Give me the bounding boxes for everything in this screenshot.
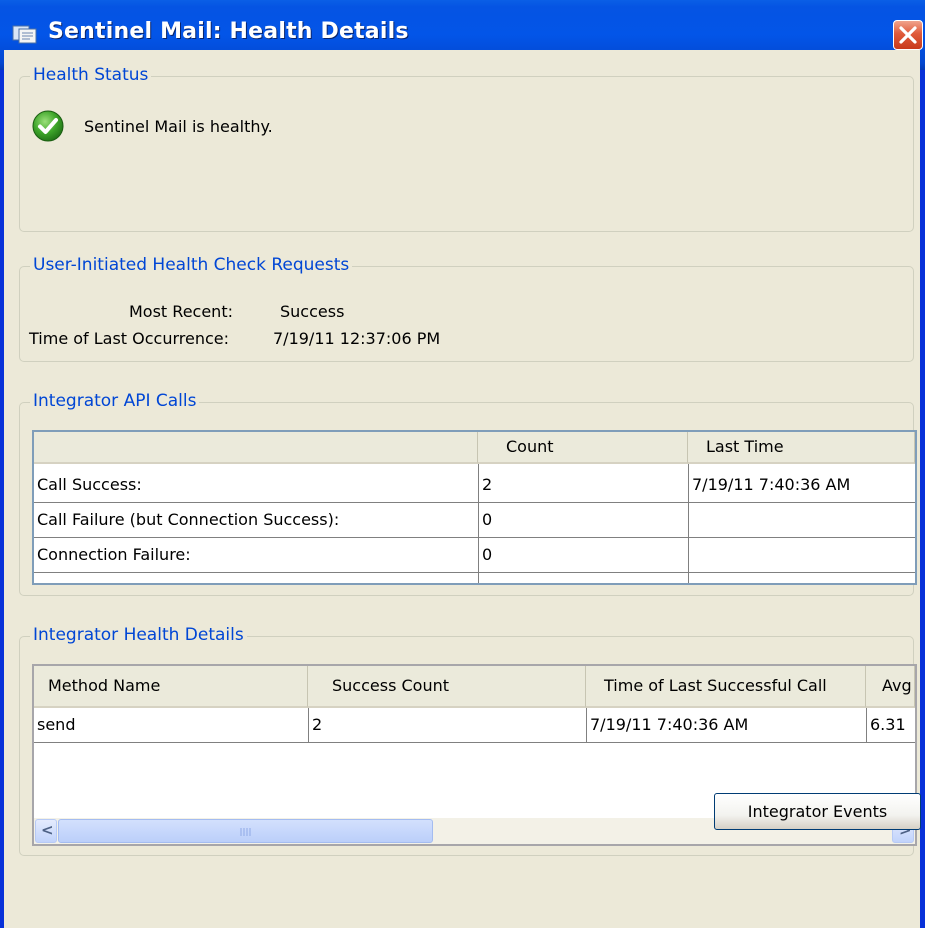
user-checks-legend: User-Initiated Health Check Requests	[30, 255, 353, 275]
check-icon	[32, 110, 64, 142]
health-status-message: Sentinel Mail is healthy.	[84, 117, 273, 136]
health-status-legend: Health Status	[30, 65, 152, 85]
details-col-header-avg[interactable]: Avg	[866, 666, 915, 708]
close-button[interactable]	[893, 20, 923, 50]
integrator-events-button[interactable]: Integrator Events	[714, 793, 921, 830]
dialog-content: Health Status Sentinel Mail is healthy. …	[4, 50, 921, 928]
chevron-left-icon: <	[41, 821, 54, 839]
details-col-header-method[interactable]: Method Name	[34, 666, 308, 708]
scroll-left-button[interactable]: <	[35, 819, 57, 843]
api-row-divider	[34, 572, 915, 573]
api-calls-table: Count Last Time Call Success: 2 7/19/11 …	[32, 430, 917, 585]
api-cell-count: 0	[482, 545, 493, 564]
most-recent-label: Most Recent:	[129, 302, 233, 321]
app-icon	[12, 25, 37, 44]
details-row-divider	[34, 742, 915, 743]
api-col-header-last-time[interactable]: Last Time	[688, 432, 915, 464]
user-checks-group: User-Initiated Health Check Requests Mos…	[19, 255, 914, 362]
dialog-window: Sentinel Mail: Health Details Health Sta…	[0, 0, 925, 928]
details-col-header-success-count[interactable]: Success Count	[308, 666, 586, 708]
api-cell-last-time	[689, 538, 915, 572]
details-cell-last-call: 7/19/11 7:40:36 AM	[590, 715, 749, 734]
api-cell-last-time	[689, 503, 915, 537]
last-occurrence-value: 7/19/11 12:37:06 PM	[273, 329, 441, 348]
health-details-legend: Integrator Health Details	[30, 625, 247, 645]
details-col-header-last-call[interactable]: Time of Last Successful Call	[586, 666, 866, 708]
api-cell-label: Call Success:	[37, 475, 142, 494]
details-cell-avg: 6.31	[870, 715, 906, 734]
api-col-header-count[interactable]: Count	[478, 432, 688, 464]
integrator-events-label: Integrator Events	[747, 802, 888, 821]
api-cell-count: 2	[482, 475, 493, 494]
window-title: Sentinel Mail: Health Details	[48, 19, 409, 44]
close-icon	[899, 26, 917, 44]
most-recent-value: Success	[280, 302, 345, 321]
api-col-header-label[interactable]	[34, 432, 478, 464]
health-status-group: Health Status Sentinel Mail is healthy.	[19, 65, 914, 232]
grip-icon	[240, 828, 251, 836]
scroll-thumb[interactable]	[58, 819, 433, 843]
api-cell-last-time: 7/19/11 7:40:36 AM	[692, 475, 851, 494]
api-cell-count: 0	[482, 510, 493, 529]
api-calls-legend: Integrator API Calls	[30, 391, 200, 411]
last-occurrence-label: Time of Last Occurrence:	[29, 329, 230, 348]
details-cell-success-count: 2	[312, 715, 323, 734]
details-cell-method: send	[37, 715, 76, 734]
api-cell-label: Call Failure (but Connection Success):	[37, 510, 340, 529]
api-cell-label: Connection Failure:	[37, 545, 191, 564]
